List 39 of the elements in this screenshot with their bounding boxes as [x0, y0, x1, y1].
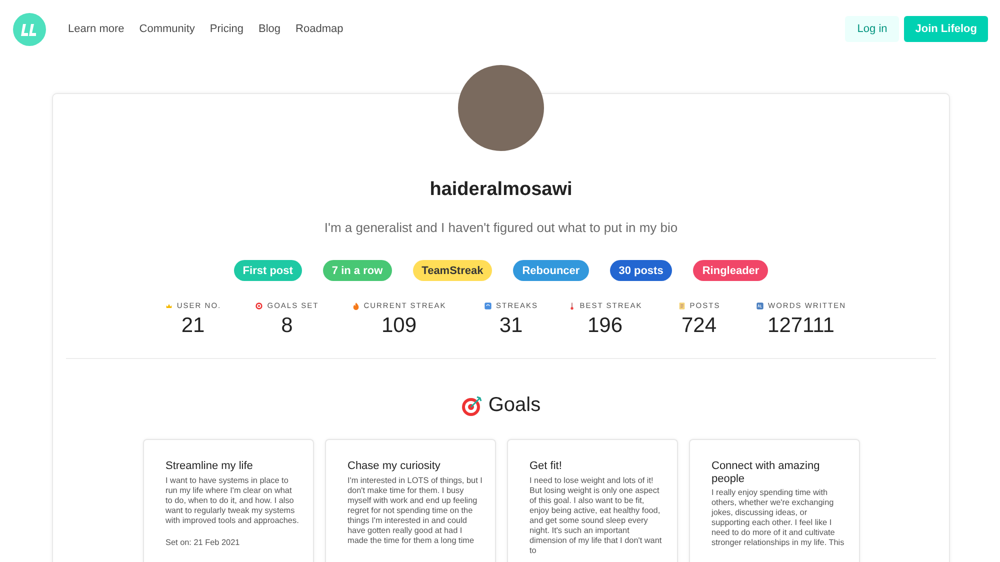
- target-icon: [461, 394, 484, 416]
- achievement-badge: TeamStreak: [412, 260, 492, 281]
- stat-value: 127111: [768, 314, 834, 338]
- bio-text: I'm a generalist and I haven't figured out what to put in my bio: [324, 220, 678, 235]
- achievement-badge: 30 posts: [610, 260, 672, 281]
- logo-icon[interactable]: [13, 12, 46, 46]
- nav-link[interactable]: Learn more: [68, 23, 124, 35]
- target-icon: [255, 302, 264, 310]
- stat-value: 21: [181, 314, 205, 338]
- crown-icon: [164, 302, 173, 310]
- nav-link[interactable]: Community: [139, 23, 195, 35]
- nav-link[interactable]: Pricing: [210, 23, 244, 35]
- goal-description: I'm interested in LOTS of things, but I don't make time for them. I busy myself with work and end up feeling regret for not spending time on the things I'm interested in and could have gotten really good at had I made the time for them a long time: [348, 476, 482, 546]
- stat-value: 196: [587, 314, 623, 338]
- login-button[interactable]: Log in: [845, 16, 900, 42]
- stat-value: 724: [681, 314, 717, 338]
- thermometer-icon: [568, 302, 576, 310]
- memo-icon: [678, 302, 686, 310]
- goal-date: Set on: 21 Feb 2021: [166, 538, 241, 548]
- goals-heading: Goals: [488, 394, 541, 417]
- goal-title: Chase my curiosity: [348, 460, 442, 472]
- nav-link[interactable]: Blog: [258, 23, 281, 35]
- achievement-badge: Rebouncer: [513, 260, 589, 281]
- goal-title: Get fit!: [530, 460, 563, 472]
- nav-link[interactable]: Roadmap: [296, 23, 344, 35]
- username: haideralmosawi: [430, 179, 572, 201]
- stat-value: 109: [381, 314, 417, 338]
- goal-description: I want to have systems in place to run my life where I'm clear on what to do, when to do it, and how. I also want to regularly tweak my systems with improved tools and approaches.: [166, 476, 300, 526]
- letters-icon: [756, 302, 764, 310]
- goal-title: Connect with amazing people: [712, 460, 821, 485]
- achievement-badge: Ringleader: [693, 260, 768, 281]
- goal-description: I need to lose weight and lots of it! But losing weight is only one aspect of this goal. I also want to be fit, enjoy being active, eat healthy food, and get some sound sleep every night. It's such an important dimension of my life that I don't want to: [530, 476, 663, 556]
- stat-value: 31: [499, 314, 523, 338]
- goal-description: I really enjoy spending time with others, whether we're exchanging jokes, discussing ideas, or supporting each other. I feel like I need to do more of it and cultivate stronger relationships in my life. This: [712, 488, 846, 548]
- achievement-badge: 7 in a row: [322, 260, 392, 281]
- stat-value: 8: [281, 314, 293, 338]
- achievement-badge: First post: [234, 260, 302, 281]
- flame-icon: [352, 302, 360, 310]
- goal-title: Streamline my life: [166, 460, 254, 472]
